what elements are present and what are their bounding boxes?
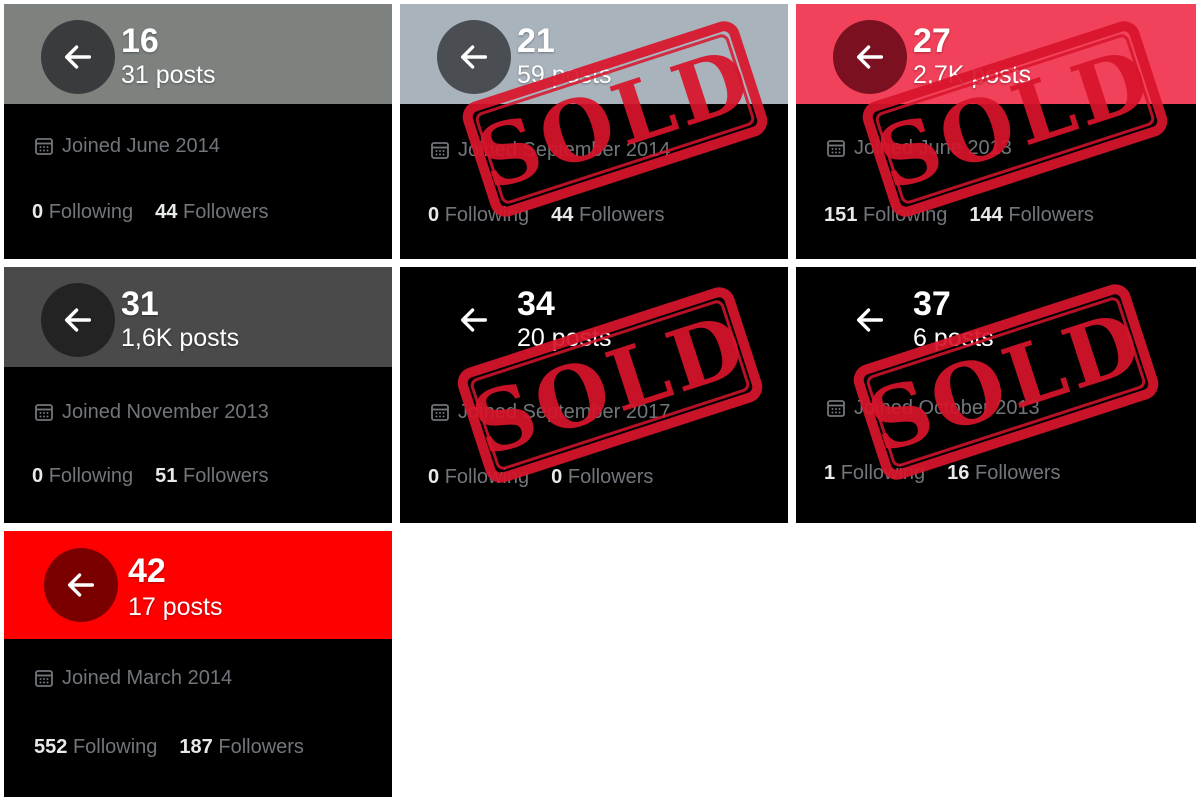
following-link[interactable]: 0 Following	[428, 466, 529, 488]
arrow-left-icon	[856, 45, 884, 69]
account-card-37: 37 6 posts Joined October 2013 1 Followi…	[796, 267, 1196, 523]
back-button[interactable]	[41, 20, 115, 94]
arrow-left-icon	[64, 308, 92, 332]
account-number: 16	[121, 22, 159, 60]
join-date-label: Joined November 2013	[62, 401, 269, 423]
followers-link[interactable]: 187 Followers	[179, 736, 304, 758]
back-button[interactable]	[44, 548, 118, 622]
join-date-label: Joined March 2014	[62, 667, 233, 689]
post-count: 1,6K posts	[121, 324, 240, 352]
account-card-21: 21 59 posts Joined September 2014 0 Foll…	[400, 4, 788, 259]
join-date-label: Joined June 2014	[62, 135, 220, 157]
back-button[interactable]	[437, 20, 511, 94]
following-link[interactable]: 1 Following	[824, 462, 925, 484]
arrow-left-icon	[856, 308, 884, 332]
follow-stats: 0 Following 44 Followers	[32, 200, 269, 224]
arrow-left-icon	[460, 308, 488, 332]
account-number: 21	[517, 22, 555, 60]
arrow-left-icon	[67, 573, 95, 597]
follow-stats: 0 Following 51 Followers	[32, 464, 269, 488]
post-count: 17 posts	[128, 593, 223, 621]
followers-link[interactable]: 144 Followers	[969, 204, 1094, 226]
calendar-icon	[827, 140, 845, 157]
calendar-icon	[431, 142, 449, 159]
following-link[interactable]: 0 Following	[428, 204, 529, 226]
post-count: 6 posts	[913, 324, 994, 352]
join-date: Joined September 2014	[430, 138, 670, 162]
join-date: Joined June 2014	[34, 134, 220, 158]
calendar-icon	[35, 138, 53, 155]
join-date: Joined June 2013	[826, 136, 1012, 160]
account-card-34: 34 20 posts Joined September 2017 0 Foll…	[400, 267, 788, 523]
join-date: Joined March 2014	[34, 666, 232, 690]
post-count: 2,7K posts	[913, 61, 1032, 89]
follow-stats: 0 Following 0 Followers	[428, 465, 653, 489]
back-button[interactable]	[833, 20, 907, 94]
account-number: 31	[121, 285, 159, 323]
following-link[interactable]: 151 Following	[824, 204, 947, 226]
follow-stats: 151 Following 144 Followers	[824, 203, 1094, 227]
account-card-42: 42 17 posts Joined March 2014 552 Follow…	[4, 531, 392, 797]
account-card-27: 27 2,7K posts Joined June 2013 151 Follo…	[796, 4, 1196, 259]
calendar-icon	[35, 670, 53, 687]
followers-link[interactable]: 51 Followers	[155, 465, 268, 487]
calendar-icon	[431, 404, 449, 421]
account-number: 27	[913, 22, 951, 60]
followers-link[interactable]: 16 Followers	[947, 462, 1060, 484]
arrow-left-icon	[460, 45, 488, 69]
join-date-label: Joined September 2014	[458, 139, 671, 161]
account-card-31: 31 1,6K posts Joined November 2013 0 Fol…	[4, 267, 392, 523]
join-date-label: Joined October 2013	[854, 397, 1040, 419]
back-button[interactable]	[833, 283, 907, 357]
account-number: 34	[517, 285, 555, 323]
post-count: 31 posts	[121, 61, 216, 89]
account-card-16: 16 31 posts Joined June 2014 0 Following…	[4, 4, 392, 259]
following-link[interactable]: 552 Following	[34, 736, 157, 758]
account-number: 42	[128, 552, 166, 590]
back-button[interactable]	[41, 283, 115, 357]
back-button[interactable]	[437, 283, 511, 357]
calendar-icon	[827, 400, 845, 417]
post-count: 59 posts	[517, 61, 612, 89]
join-date-label: Joined September 2017	[458, 401, 671, 423]
post-count: 20 posts	[517, 324, 612, 352]
join-date-label: Joined June 2013	[854, 137, 1012, 159]
followers-link[interactable]: 44 Followers	[551, 204, 664, 226]
account-number: 37	[913, 285, 951, 323]
followers-link[interactable]: 0 Followers	[551, 466, 653, 488]
following-link[interactable]: 0 Following	[32, 465, 133, 487]
follow-stats: 1 Following 16 Followers	[824, 461, 1061, 485]
following-link[interactable]: 0 Following	[32, 201, 133, 223]
join-date: Joined October 2013	[826, 396, 1040, 420]
calendar-icon	[35, 404, 53, 421]
join-date: Joined September 2017	[430, 400, 670, 424]
follow-stats: 552 Following 187 Followers	[34, 735, 304, 759]
followers-link[interactable]: 44 Followers	[155, 201, 268, 223]
follow-stats: 0 Following 44 Followers	[428, 203, 665, 227]
arrow-left-icon	[64, 45, 92, 69]
join-date: Joined November 2013	[34, 400, 269, 424]
